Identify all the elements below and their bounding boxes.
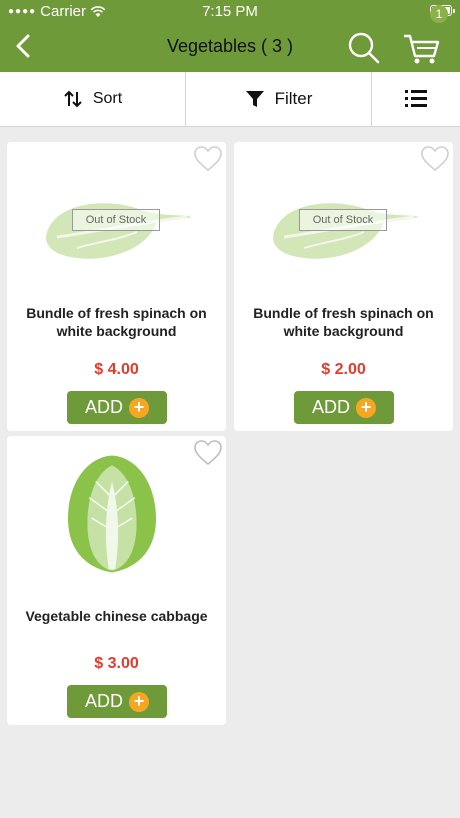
status-bar: ●●●● Carrier 7:15 PM <box>0 0 460 22</box>
back-arrow-icon[interactable] <box>10 32 38 60</box>
sort-button[interactable]: Sort <box>0 72 186 126</box>
sort-label: Sort <box>92 90 123 107</box>
cart-icon[interactable] <box>402 30 442 66</box>
search-icon[interactable] <box>346 30 382 66</box>
add-label: ADD <box>84 691 123 711</box>
add-to-cart-button[interactable]: ADD + <box>67 685 167 718</box>
out-of-stock-badge: Out of Stock <box>299 209 387 231</box>
list-view-icon <box>405 90 427 107</box>
product-price: $ 4.00 <box>94 361 139 378</box>
page-title: Vegetables ( 3 ) <box>166 36 294 56</box>
plus-icon: + <box>129 397 149 418</box>
cabbage-image <box>67 455 157 573</box>
favorite-heart-icon[interactable] <box>194 146 222 172</box>
product-card[interactable]: Out of Stock Bundle of fresh spinach on … <box>7 142 226 431</box>
product-name: Bundle of fresh spinach on white backgro… <box>253 305 434 339</box>
list-view-button[interactable] <box>372 72 460 126</box>
plus-icon: + <box>356 397 376 418</box>
product-name: Bundle of fresh spinach on white backgro… <box>26 305 207 339</box>
add-to-cart-button[interactable]: ADD + <box>294 391 394 424</box>
cart-count-badge: 1 <box>430 5 448 23</box>
add-to-cart-button[interactable]: ADD + <box>67 391 167 424</box>
nav-bar: Vegetables ( 3 ) <box>0 22 460 72</box>
sort-filter-toolbar: Sort Filter <box>0 72 460 127</box>
product-card[interactable]: Out of Stock Bundle of fresh spinach on … <box>234 142 453 431</box>
product-price: $ 3.00 <box>94 655 139 672</box>
product-name: Vegetable chinese cabbage <box>25 608 208 624</box>
favorite-heart-icon[interactable] <box>194 440 222 466</box>
favorite-heart-icon[interactable] <box>421 146 449 172</box>
add-label: ADD <box>84 397 123 417</box>
status-time: 7:15 PM <box>202 3 258 20</box>
product-price: $ 2.00 <box>321 361 366 378</box>
filter-label: Filter <box>274 89 313 108</box>
product-card[interactable]: Vegetable chinese cabbage $ 3.00 ADD + <box>7 436 226 725</box>
plus-icon: + <box>129 691 149 712</box>
filter-icon <box>245 91 264 107</box>
out-of-stock-badge: Out of Stock <box>72 209 160 231</box>
add-label: ADD <box>311 397 350 417</box>
sort-icon <box>64 90 82 108</box>
filter-button[interactable]: Filter <box>186 72 372 126</box>
